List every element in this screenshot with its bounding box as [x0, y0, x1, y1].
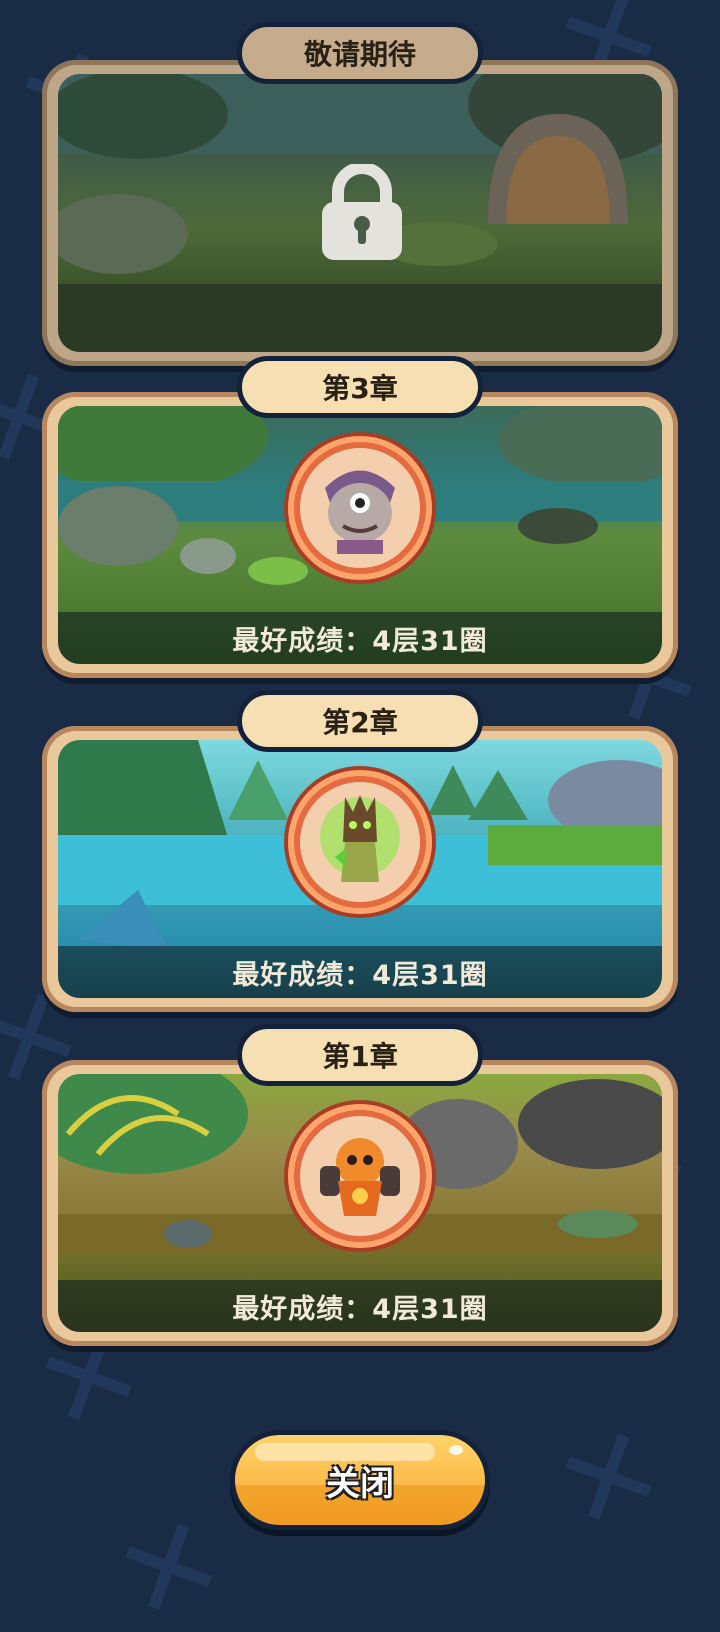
close-button[interactable]: 关闭 — [230, 1430, 490, 1530]
chapter-title: 第3章 — [322, 372, 398, 405]
chapter-2[interactable]: 第2章 最好成绩：4层31圈 — [42, 690, 678, 1012]
chapter-card[interactable]: 最好成绩：4层31圈 — [42, 726, 678, 1012]
best-score-text: 最好成绩：4层31圈 — [232, 625, 488, 657]
chapter-scene: 最好成绩：4层31圈 — [58, 1074, 662, 1332]
tree-ent-boss-icon — [288, 770, 432, 914]
best-score-text: 最好成绩：4层31圈 — [232, 959, 488, 991]
lock-icon — [320, 162, 404, 262]
close-button-label: 关闭 — [326, 1463, 394, 1504]
chapter-title: 第1章 — [322, 1040, 398, 1073]
chapter-title: 敬请期待 — [303, 38, 416, 71]
chapter-scene: 最好成绩：4层31圈 — [58, 406, 662, 664]
best-score-bar: 最好成绩：4层31圈 — [58, 946, 662, 998]
chapter-locked: 敬请期待 — [42, 22, 678, 366]
cyclops-boss-icon — [288, 436, 432, 580]
chapter-scene: 最好成绩：4层31圈 — [58, 740, 662, 998]
lava-golem-boss-icon — [288, 1104, 432, 1248]
chapter-card — [42, 60, 678, 366]
chapter-card[interactable]: 最好成绩：4层31圈 — [42, 1060, 678, 1346]
chapter-card[interactable]: 最好成绩：4层31圈 — [42, 392, 678, 678]
best-score-bar: 最好成绩：4层31圈 — [58, 612, 662, 664]
chapter-1[interactable]: 第1章 最好成绩：4层31圈 — [42, 1024, 678, 1346]
chapter-3[interactable]: 第3章 最好成绩：4层31圈 — [42, 356, 678, 678]
chapter-title-tab: 第1章 — [237, 1024, 483, 1086]
best-score-text: 最好成绩：4层31圈 — [232, 1293, 488, 1325]
chapter-scene — [58, 74, 662, 352]
best-score-bar: 最好成绩：4层31圈 — [58, 1280, 662, 1332]
chapter-title-tab: 敬请期待 — [237, 22, 483, 84]
chapter-title-tab: 第3章 — [237, 356, 483, 418]
chapter-title-tab: 第2章 — [237, 690, 483, 752]
chapter-title: 第2章 — [322, 706, 398, 739]
